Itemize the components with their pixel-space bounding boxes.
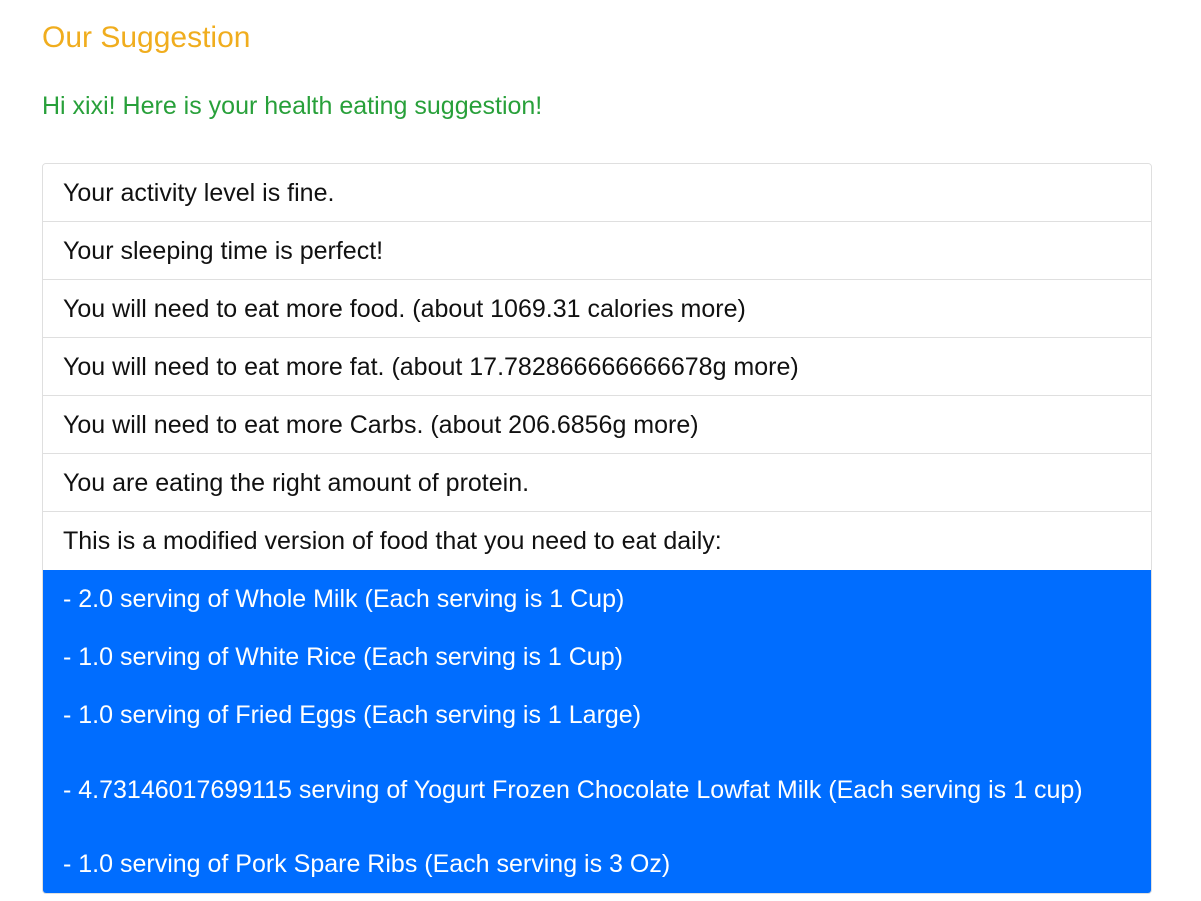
food-item-white-rice: - 1.0 serving of White Rice (Each servin… [43,628,1151,686]
food-item-yogurt: - 4.73146017699115 serving of Yogurt Fro… [43,744,1151,835]
suggestion-list: Your activity level is fine. Your sleepi… [42,163,1152,894]
greeting-text: Hi xixi! Here is your health eating sugg… [42,92,543,120]
list-item-carbs: You will need to eat more Carbs. (about … [43,396,1151,454]
food-item-pork-ribs: - 1.0 serving of Pork Spare Ribs (Each s… [43,835,1151,893]
suggestion-page: Our Suggestion Hi xixi! Here is your hea… [0,0,1201,901]
page-title: Our Suggestion [42,21,251,54]
list-item-fat: You will need to eat more fat. (about 17… [43,338,1151,396]
list-item-food: You will need to eat more food. (about 1… [43,280,1151,338]
list-item-activity: Your activity level is fine. [43,164,1151,222]
list-item-protein: You are eating the right amount of prote… [43,454,1151,512]
list-item-sleep: Your sleeping time is perfect! [43,222,1151,280]
food-item-whole-milk: - 2.0 serving of Whole Milk (Each servin… [43,570,1151,628]
list-item-modified-intro: This is a modified version of food that … [43,512,1151,570]
food-item-fried-eggs: - 1.0 serving of Fried Eggs (Each servin… [43,686,1151,744]
